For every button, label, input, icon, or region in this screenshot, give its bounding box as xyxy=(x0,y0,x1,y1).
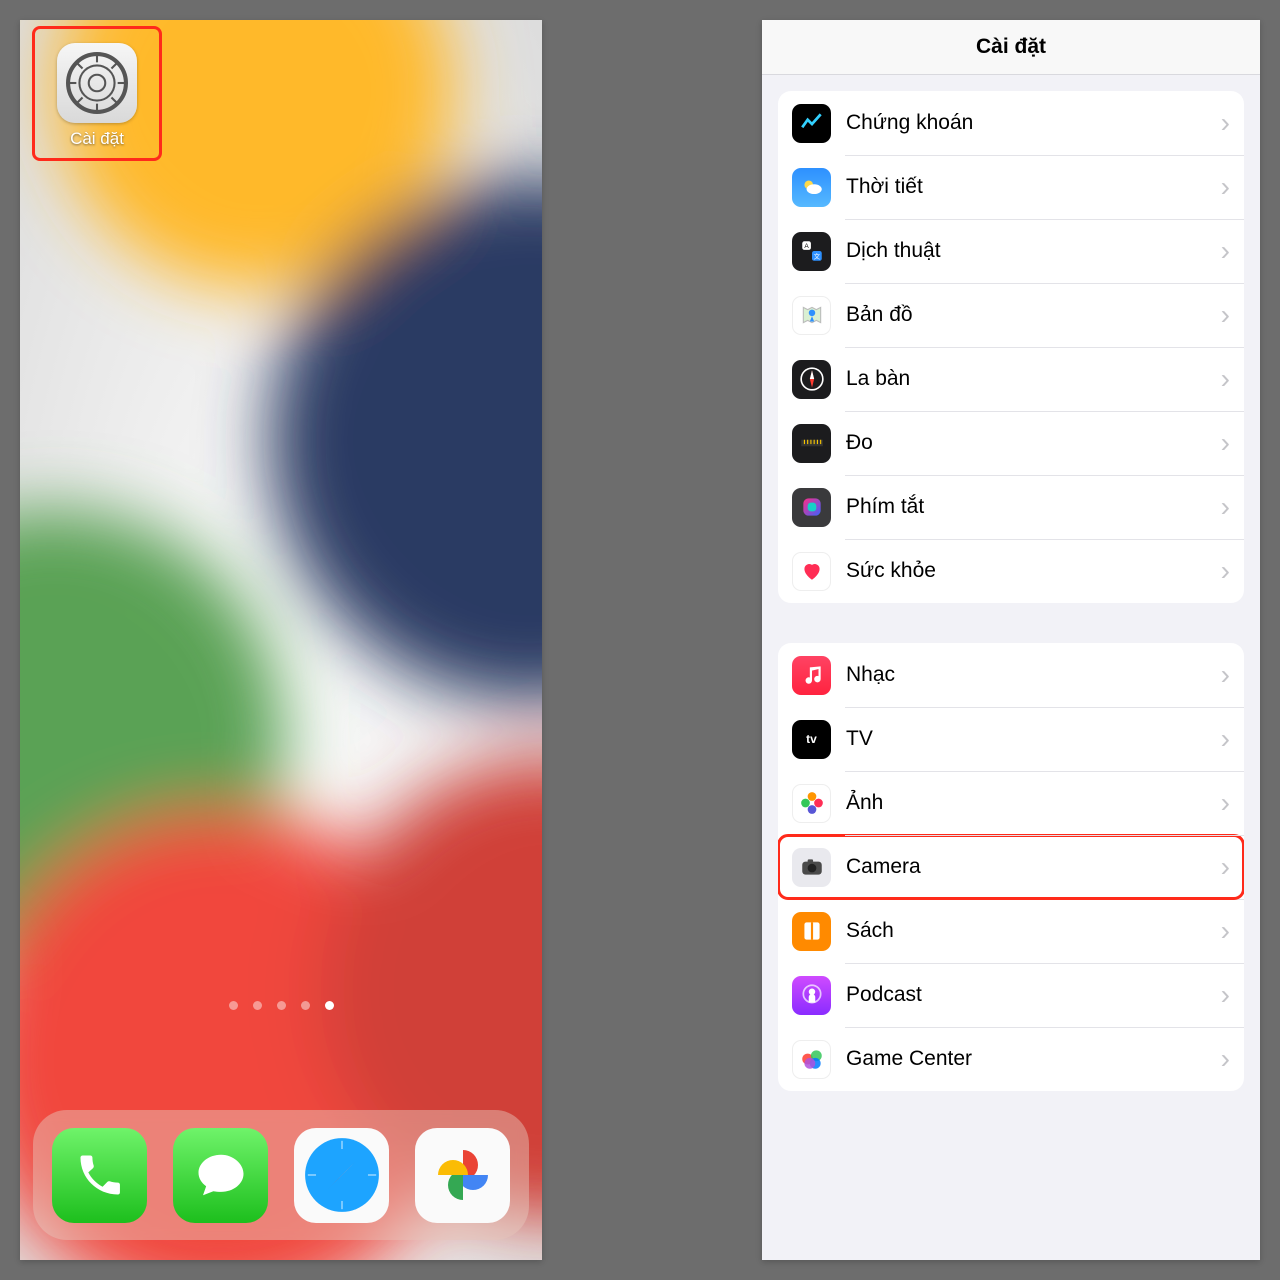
chevron-right-icon: › xyxy=(1221,557,1244,585)
settings-row-weather[interactable]: Thời tiết› xyxy=(778,155,1244,219)
google-photos-app-icon[interactable] xyxy=(415,1128,510,1223)
books-app-icon xyxy=(792,912,831,951)
settings-row-gamectr[interactable]: Game Center› xyxy=(778,1027,1244,1091)
settings-row-label: Sách xyxy=(846,919,1221,943)
chevron-right-icon: › xyxy=(1221,1045,1244,1073)
gear-icon xyxy=(66,52,128,114)
settings-row-compass[interactable]: La bàn› xyxy=(778,347,1244,411)
dock xyxy=(33,1110,529,1240)
settings-row-label: TV xyxy=(846,727,1221,751)
settings-header: Cài đặt xyxy=(762,20,1260,75)
settings-row-label: Podcast xyxy=(846,983,1221,1007)
stocks-icon xyxy=(799,110,825,136)
settings-row-label: Thời tiết xyxy=(846,175,1221,199)
compass-app-icon xyxy=(792,360,831,399)
phone-app-icon[interactable] xyxy=(52,1128,147,1223)
chevron-right-icon: › xyxy=(1221,493,1244,521)
settings-row-maps[interactable]: Bản đồ› xyxy=(778,283,1244,347)
settings-group-1: Chứng khoán›Thời tiết›A文Dịch thuật›Bản đ… xyxy=(778,91,1244,603)
translate-app-icon: A文 xyxy=(792,232,831,271)
measure-icon xyxy=(799,430,825,456)
svg-text:文: 文 xyxy=(813,252,820,261)
settings-row-health[interactable]: Sức khỏe› xyxy=(778,539,1244,603)
settings-row-podcast[interactable]: Podcast› xyxy=(778,963,1244,1027)
settings-group-2: Nhạc›tvTV›Ảnh›Camera›Sách›Podcast›Game C… xyxy=(778,643,1244,1091)
settings-row-label: Ảnh xyxy=(846,791,1221,815)
chevron-right-icon: › xyxy=(1221,429,1244,457)
settings-row-camera[interactable]: Camera› xyxy=(778,835,1244,899)
health-app-icon xyxy=(792,552,831,591)
settings-sections[interactable]: Chứng khoán›Thời tiết›A文Dịch thuật›Bản đ… xyxy=(762,75,1260,1260)
settings-row-label: Chứng khoán xyxy=(846,111,1221,135)
chevron-right-icon: › xyxy=(1221,109,1244,137)
chevron-right-icon: › xyxy=(1221,237,1244,265)
settings-app-icon[interactable] xyxy=(57,43,137,123)
chevron-right-icon: › xyxy=(1221,853,1244,881)
maps-icon xyxy=(799,302,825,328)
music-app-icon xyxy=(792,656,831,695)
compass-icon xyxy=(799,366,825,392)
translate-icon: A文 xyxy=(799,238,825,264)
page-indicator[interactable] xyxy=(20,1001,542,1010)
settings-app-highlight: Cài đặt xyxy=(32,26,162,161)
safari-app-icon[interactable] xyxy=(294,1128,389,1223)
settings-row-books[interactable]: Sách› xyxy=(778,899,1244,963)
settings-row-label: Đo xyxy=(846,431,1221,455)
pinwheel-icon xyxy=(433,1145,493,1205)
weather-app-icon xyxy=(792,168,831,207)
settings-screen: Cài đặt Chứng khoán›Thời tiết›A文Dịch thu… xyxy=(762,20,1260,1260)
books-icon xyxy=(799,918,825,944)
chevron-right-icon: › xyxy=(1221,789,1244,817)
measure-app-icon xyxy=(792,424,831,463)
shortcuts-app-icon xyxy=(792,488,831,527)
shortcuts-icon xyxy=(799,494,825,520)
settings-row-label: Sức khỏe xyxy=(846,559,1221,583)
settings-row-music[interactable]: Nhạc› xyxy=(778,643,1244,707)
music-icon xyxy=(799,662,825,688)
chevron-right-icon: › xyxy=(1221,981,1244,1009)
settings-row-measure[interactable]: Đo› xyxy=(778,411,1244,475)
settings-row-label: Bản đồ xyxy=(846,303,1221,327)
chevron-right-icon: › xyxy=(1221,365,1244,393)
settings-row-label: La bàn xyxy=(846,367,1221,391)
maps-app-icon xyxy=(792,296,831,335)
svg-text:A: A xyxy=(804,243,809,250)
camera-icon xyxy=(799,854,825,880)
settings-row-shortcuts[interactable]: Phím tắt› xyxy=(778,475,1244,539)
speech-bubble-icon xyxy=(194,1148,248,1202)
gamectr-app-icon xyxy=(792,1040,831,1079)
settings-title: Cài đặt xyxy=(976,35,1046,59)
wallpaper xyxy=(20,20,542,1260)
settings-row-label: Game Center xyxy=(846,1047,1221,1071)
settings-app-label: Cài đặt xyxy=(70,129,124,149)
chevron-right-icon: › xyxy=(1221,917,1244,945)
settings-row-stocks[interactable]: Chứng khoán› xyxy=(778,91,1244,155)
messages-app-icon[interactable] xyxy=(173,1128,268,1223)
photos-icon xyxy=(799,790,825,816)
camera-app-icon xyxy=(792,848,831,887)
settings-row-photos[interactable]: Ảnh› xyxy=(778,771,1244,835)
chevron-right-icon: › xyxy=(1221,301,1244,329)
phone-icon xyxy=(74,1149,126,1201)
stocks-app-icon xyxy=(792,104,831,143)
settings-row-translate[interactable]: A文 Dịch thuật› xyxy=(778,219,1244,283)
weather-icon xyxy=(799,174,825,200)
settings-row-label: Camera xyxy=(846,855,1221,879)
chevron-right-icon: › xyxy=(1221,173,1244,201)
tv-app-icon: tv xyxy=(792,720,831,759)
settings-row-tv[interactable]: tv TV› xyxy=(778,707,1244,771)
chevron-right-icon: › xyxy=(1221,725,1244,753)
health-icon xyxy=(799,558,825,584)
compass-icon xyxy=(301,1134,383,1216)
settings-row-label: Phím tắt xyxy=(846,495,1221,519)
podcast-icon xyxy=(799,982,825,1008)
podcast-app-icon xyxy=(792,976,831,1015)
chevron-right-icon: › xyxy=(1221,661,1244,689)
settings-row-label: Dịch thuật xyxy=(846,239,1221,263)
photos-app-icon xyxy=(792,784,831,823)
home-screen: Cài đặt xyxy=(20,20,542,1260)
settings-row-label: Nhạc xyxy=(846,663,1221,687)
gamectr-icon xyxy=(799,1046,825,1072)
